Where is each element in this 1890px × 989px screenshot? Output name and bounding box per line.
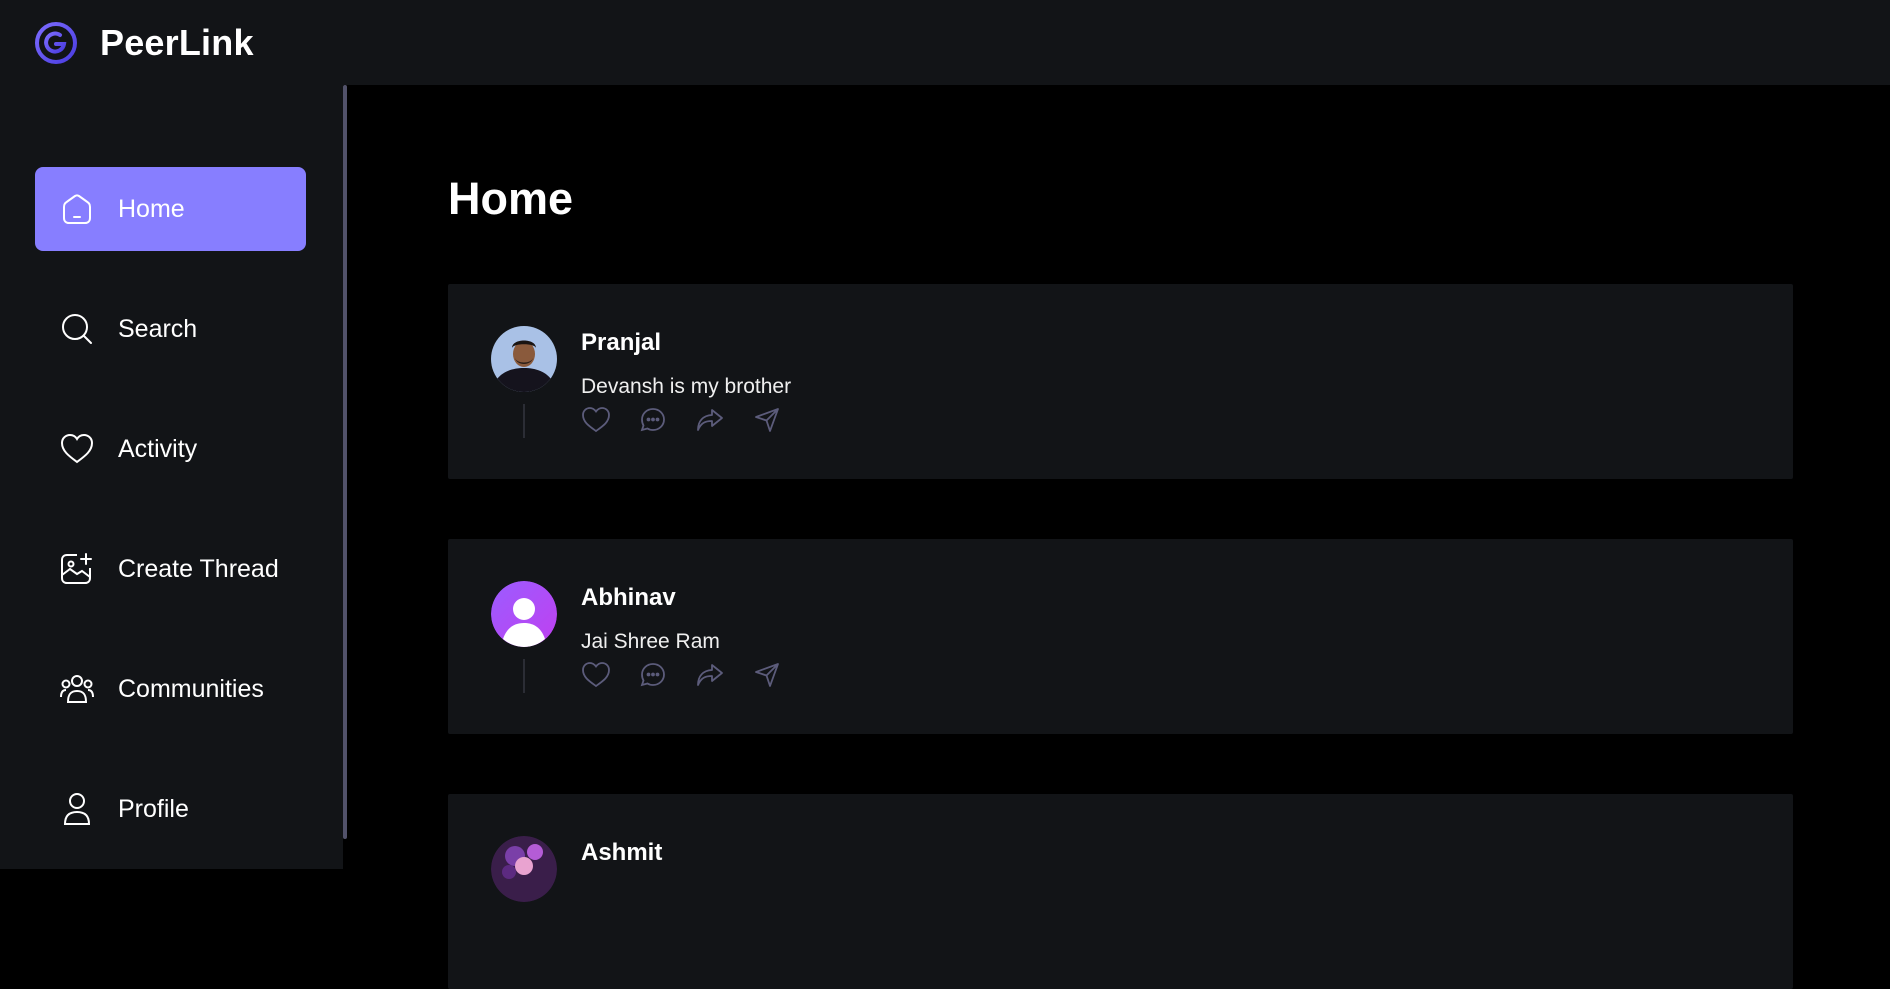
thread-connector-line	[523, 659, 525, 693]
home-icon	[59, 191, 95, 227]
sidebar-item-create-thread[interactable]: Create Thread	[35, 527, 306, 611]
main-content: Home Pranjal Devansh is my brother Abhin…	[347, 85, 1890, 989]
thread-connector-line	[523, 404, 525, 438]
send-icon[interactable]	[752, 405, 782, 435]
user-icon	[59, 791, 95, 827]
sidebar-item-label: Communities	[118, 674, 264, 703]
sidebar-item-search[interactable]: Search	[35, 287, 306, 371]
create-icon	[59, 551, 95, 587]
thread-author[interactable]: Pranjal	[581, 329, 661, 357]
sidebar-item-label: Create Thread	[118, 554, 279, 583]
thread-author[interactable]: Abhinav	[581, 584, 676, 612]
thread-content: Devansh is my brother	[581, 375, 792, 398]
page-title: Home	[448, 173, 574, 224]
avatar[interactable]	[491, 581, 557, 647]
sidebar-item-profile[interactable]: Profile	[35, 767, 306, 851]
thread-card: Pranjal Devansh is my brother	[448, 284, 1793, 479]
sidebar-item-label: Profile	[118, 794, 189, 823]
send-icon[interactable]	[752, 660, 782, 690]
sidebar-item-home[interactable]: Home	[35, 167, 306, 251]
search-icon	[59, 311, 95, 347]
thread-card: Abhinav Jai Shree Ram	[448, 539, 1793, 734]
sidebar-item-activity[interactable]: Activity	[35, 407, 306, 491]
sidebar-item-communities[interactable]: Communities	[35, 647, 306, 731]
sidebar-item-label: Search	[118, 314, 198, 343]
topbar: PeerLink	[0, 0, 1890, 85]
sidebar-nav: Home Search Activity Create Thread Commu…	[35, 167, 306, 887]
sidebar-item-label: Activity	[118, 434, 198, 463]
thread-actions	[581, 660, 782, 690]
thread-author[interactable]: Ashmit	[581, 839, 662, 867]
avatar[interactable]	[491, 326, 557, 392]
avatar[interactable]	[491, 836, 557, 902]
brand-name[interactable]: PeerLink	[100, 22, 254, 64]
like-icon[interactable]	[581, 405, 611, 435]
logo-icon[interactable]	[32, 19, 80, 67]
sidebar-item-label: Home	[118, 194, 185, 223]
repost-icon[interactable]	[695, 660, 725, 690]
thread-actions	[581, 405, 782, 435]
thread-card: Ashmit	[448, 794, 1793, 989]
community-icon	[59, 671, 95, 707]
like-icon[interactable]	[581, 660, 611, 690]
reply-icon[interactable]	[638, 405, 668, 435]
thread-content: Jai Shree Ram	[581, 630, 720, 653]
left-sidebar: Home Search Activity Create Thread Commu…	[0, 85, 343, 869]
reply-icon[interactable]	[638, 660, 668, 690]
repost-icon[interactable]	[695, 405, 725, 435]
heart-icon	[59, 431, 95, 467]
